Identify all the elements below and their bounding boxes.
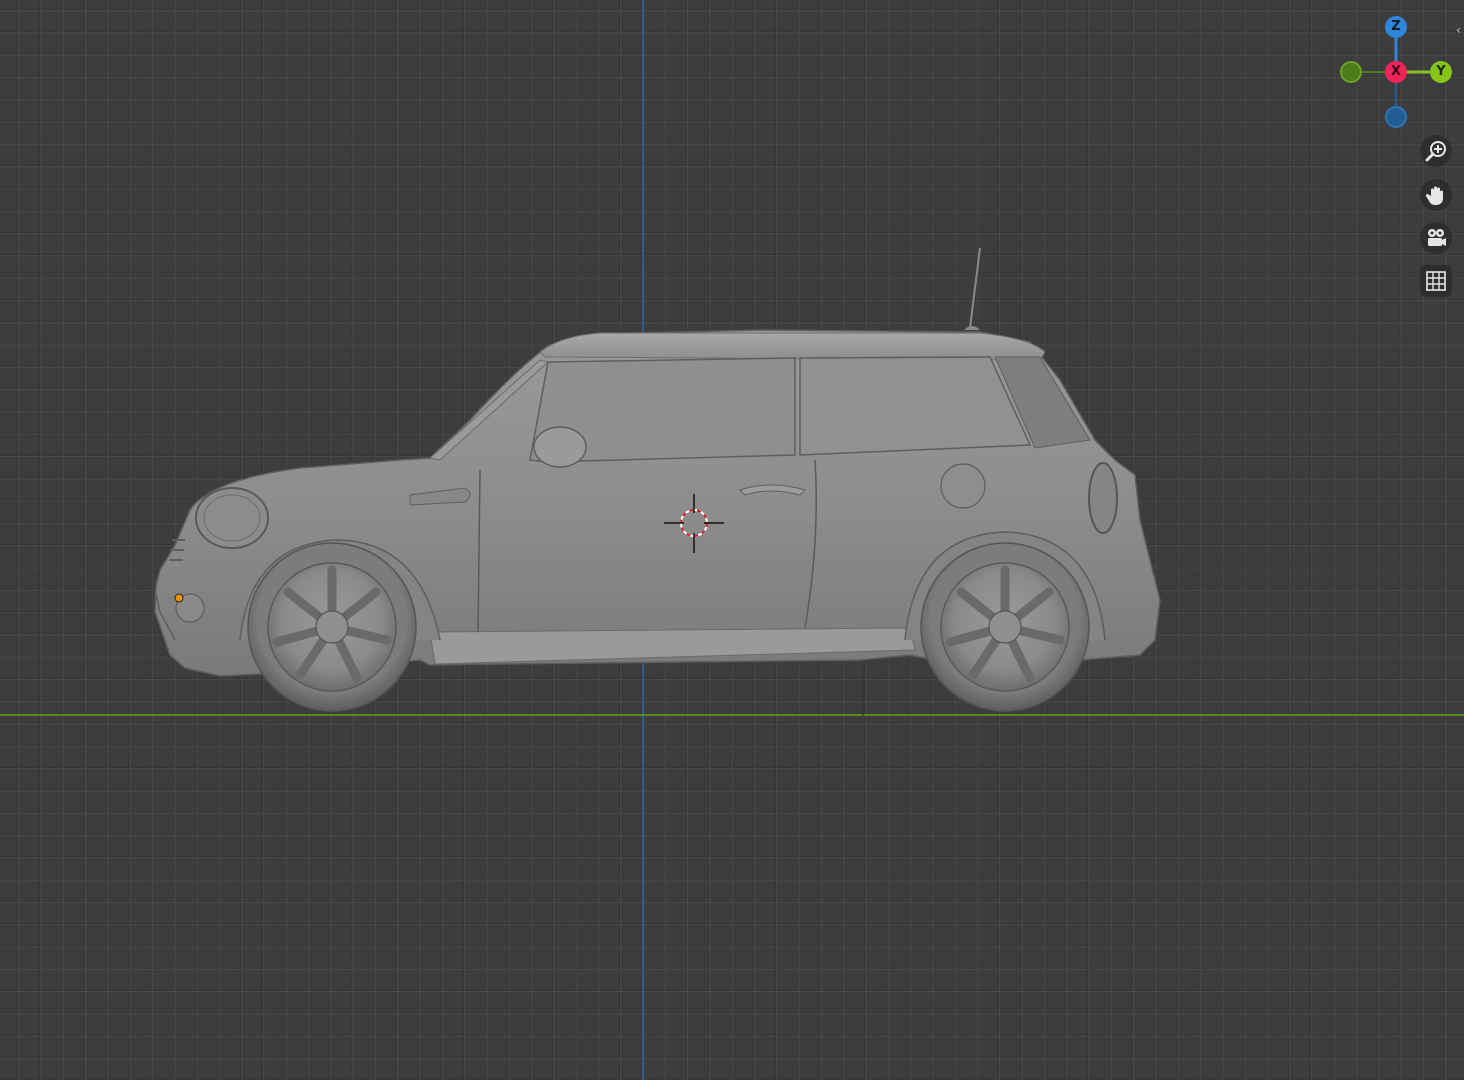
pan-button[interactable] (1420, 179, 1452, 211)
gizmo-negative-z[interactable] (1385, 106, 1407, 128)
zoom-button[interactable] (1420, 135, 1452, 167)
orthographic-toggle-button[interactable] (1420, 265, 1452, 297)
magnifier-plus-icon (1425, 141, 1446, 162)
gizmo-z-axis[interactable]: Z (1385, 16, 1407, 38)
scene-render (154, 247, 1161, 716)
grid-icon (1426, 271, 1446, 291)
rear-wheel (920, 542, 1090, 712)
navigation-gizmo[interactable]: Z X Y (1336, 12, 1460, 136)
hand-icon (1425, 186, 1443, 205)
camera-icon (1428, 229, 1446, 246)
gizmo-negative-y[interactable] (1340, 61, 1362, 83)
camera-view-button[interactable] (1420, 222, 1452, 254)
object-origin-point[interactable] (174, 593, 184, 603)
sidebar-toggle-arrow[interactable]: ‹ (1456, 22, 1464, 38)
3d-viewport[interactable]: Z X Y ‹ (0, 0, 1464, 1080)
front-wheel (247, 542, 417, 712)
gizmo-y-axis[interactable]: Y (1430, 61, 1452, 83)
car-antenna (964, 247, 981, 330)
gizmo-x-axis[interactable]: X (1385, 61, 1407, 83)
